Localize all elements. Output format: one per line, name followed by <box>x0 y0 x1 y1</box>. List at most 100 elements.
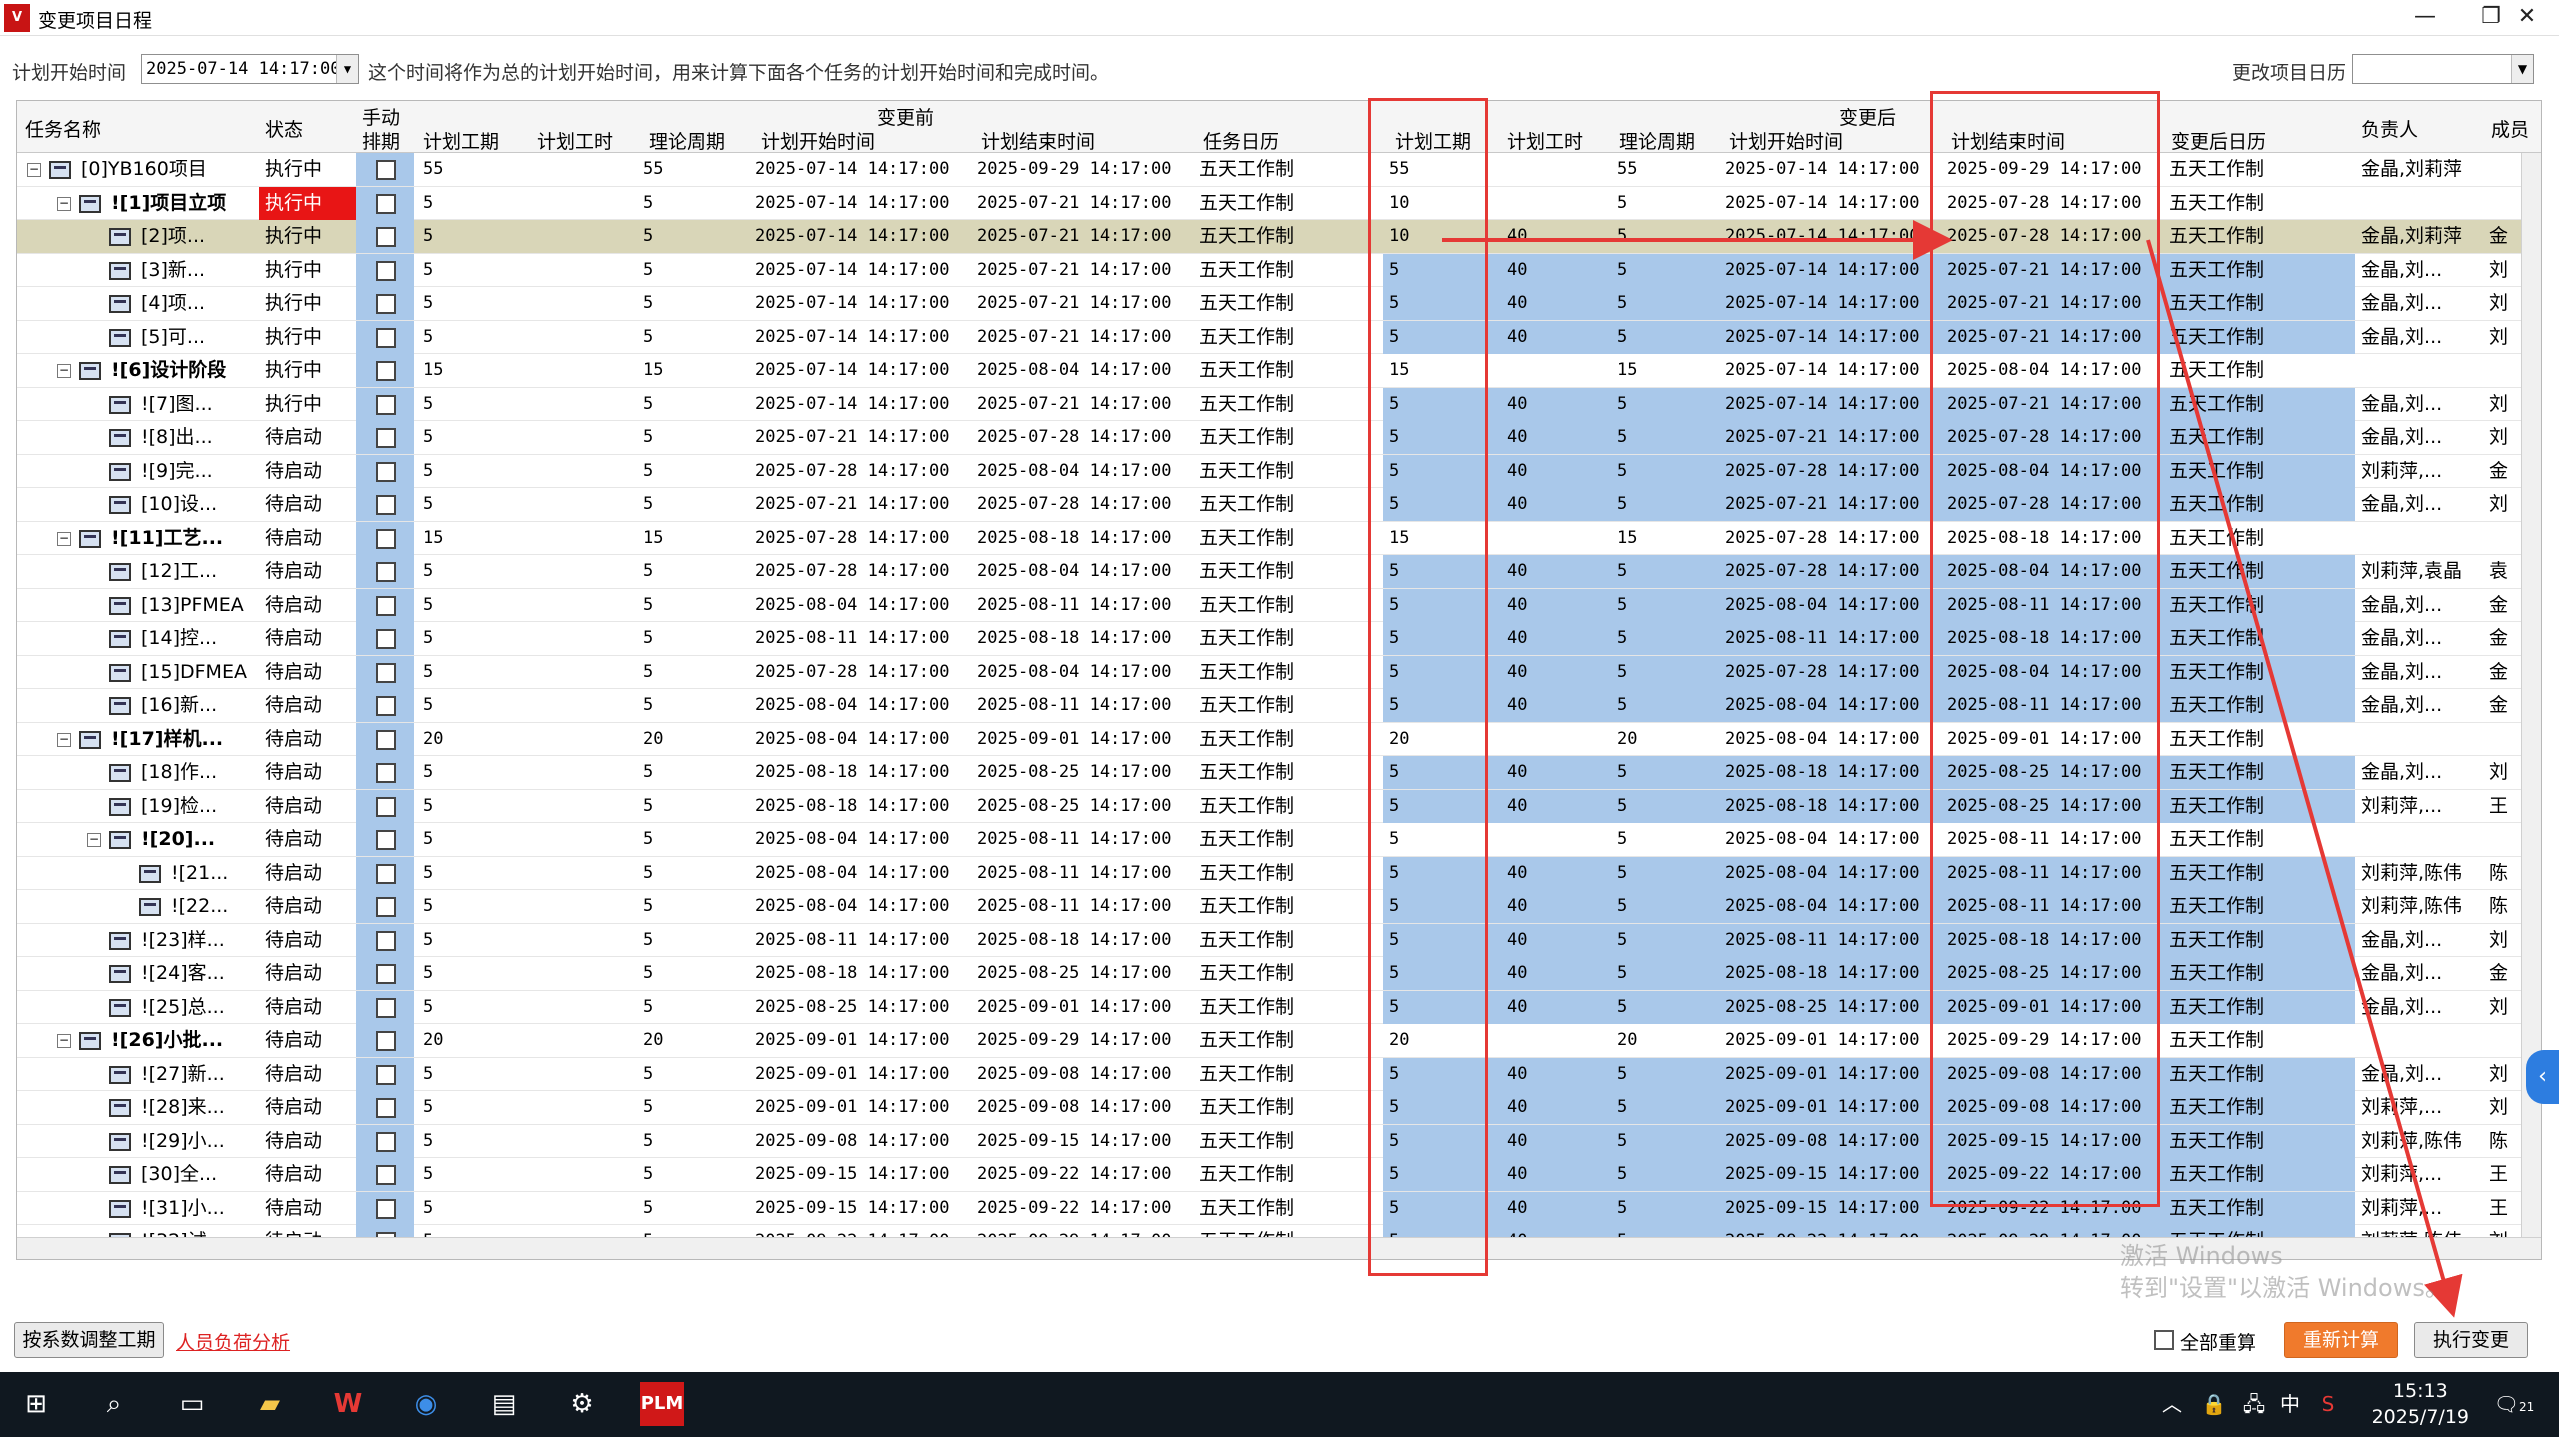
cell-at[interactable]: 5 <box>1611 1091 1719 1124</box>
col-before-end[interactable]: 计划结束时间 <box>981 127 1095 154</box>
cell-ac[interactable]: 五天工作制 <box>2163 1091 2355 1124</box>
cell-at[interactable]: 20 <box>1611 723 1719 756</box>
cell-as[interactable]: 2025-09-01 14:17:00 <box>1719 1091 1941 1124</box>
cell-at[interactable]: 5 <box>1611 622 1719 655</box>
manual-sort-checkbox[interactable] <box>376 729 396 750</box>
cell-at[interactable]: 5 <box>1611 655 1719 689</box>
cell-ae[interactable]: 2025-08-11 14:17:00 <box>1941 823 2163 856</box>
col-task-name[interactable]: 任务名称 <box>25 115 101 142</box>
collapse-toggle-icon[interactable]: − <box>57 1034 71 1048</box>
col-status[interactable]: 状态 <box>265 115 303 142</box>
cell-as[interactable]: 2025-07-14 14:17:00 <box>1719 354 1941 387</box>
cell-ae[interactable]: 2025-08-04 14:17:00 <box>1941 454 2163 488</box>
table-row[interactable]: [14]控... 待启动 5 5 2025-08-11 14:17:00 2025-08-… <box>17 622 2541 656</box>
cell-ac[interactable]: 五天工作制 <box>2163 823 2355 856</box>
table-row[interactable]: ![8]出... 待启动 5 5 2025-07-21 14:17:00 2025-07-… <box>17 421 2541 455</box>
cell-ae[interactable]: 2025-08-18 14:17:00 <box>1941 522 2163 555</box>
table-row[interactable]: ![31]小... 待启动 5 5 2025-09-15 14:17:00 2025-09… <box>17 1191 2541 1225</box>
cell-ad[interactable]: 5 <box>1383 1158 1501 1191</box>
cell-ae[interactable]: 2025-08-11 14:17:00 <box>1941 689 2163 722</box>
cell-as[interactable]: 2025-08-04 14:17:00 <box>1719 890 1941 923</box>
cell-ac[interactable]: 五天工作制 <box>2163 454 2355 488</box>
cell-ad[interactable]: 5 <box>1383 689 1501 722</box>
settings-gear-icon[interactable]: ⚙ <box>560 1382 604 1426</box>
manual-sort-checkbox[interactable] <box>376 964 396 984</box>
cell-ad[interactable]: 5 <box>1383 789 1501 823</box>
cell-ad[interactable]: 10 <box>1383 220 1501 253</box>
cell-ah[interactable]: 40 <box>1501 253 1611 287</box>
cell-ah[interactable]: 40 <box>1501 320 1611 354</box>
cell-ad[interactable]: 5 <box>1383 488 1501 521</box>
cell-at[interactable]: 5 <box>1611 890 1719 923</box>
cell-ac[interactable]: 五天工作制 <box>2163 957 2355 990</box>
manual-sort-checkbox[interactable] <box>376 595 396 616</box>
collapse-toggle-icon[interactable]: − <box>57 732 71 747</box>
cell-as[interactable]: 2025-08-04 14:17:00 <box>1719 723 1941 756</box>
cell-ah[interactable]: 40 <box>1501 923 1611 957</box>
table-row[interactable]: [10]设... 待启动 5 5 2025-07-21 14:17:00 2025-07-… <box>17 488 2541 522</box>
manual-sort-checkbox[interactable] <box>376 528 396 549</box>
cell-ad[interactable]: 5 <box>1383 1057 1501 1091</box>
cell-at[interactable]: 5 <box>1611 1124 1719 1158</box>
cell-as[interactable]: 2025-09-15 14:17:00 <box>1719 1191 1941 1225</box>
manual-sort-checkbox[interactable] <box>376 428 396 448</box>
cell-as[interactable]: 2025-08-18 14:17:00 <box>1719 756 1941 789</box>
cell-as[interactable]: 2025-08-04 14:17:00 <box>1719 823 1941 856</box>
table-row[interactable]: ![21... 待启动 5 5 2025-08-04 14:17:00 2025-08-1… <box>17 856 2541 890</box>
tray-lock-icon[interactable]: 🔒 <box>2192 1382 2236 1426</box>
windows-start-icon[interactable]: ⊞ <box>14 1382 58 1426</box>
cell-ad[interactable]: 15 <box>1383 522 1501 555</box>
col-before-hours[interactable]: 计划工时 <box>537 127 613 154</box>
cell-ad[interactable]: 15 <box>1383 354 1501 387</box>
table-row[interactable]: ![28]来... 待启动 5 5 2025-09-01 14:17:00 2025-09… <box>17 1091 2541 1125</box>
cell-ac[interactable]: 五天工作制 <box>2163 1057 2355 1091</box>
col-after-duration[interactable]: 计划工期 <box>1395 127 1471 154</box>
cell-ac[interactable]: 五天工作制 <box>2163 789 2355 823</box>
manual-sort-checkbox[interactable] <box>376 897 396 917</box>
cell-ac[interactable]: 五天工作制 <box>2163 187 2355 220</box>
cell-as[interactable]: 2025-07-21 14:17:00 <box>1719 488 1941 521</box>
manual-sort-checkbox[interactable] <box>376 1098 396 1118</box>
cell-ac[interactable]: 五天工作制 <box>2163 1124 2355 1158</box>
cell-as[interactable]: 2025-08-18 14:17:00 <box>1719 957 1941 990</box>
table-row[interactable]: [13]PFMEA 待启动 5 5 2025-08-04 14:17:00 2025-08… <box>17 588 2541 622</box>
cell-at[interactable]: 15 <box>1611 522 1719 555</box>
cell-ae[interactable]: 2025-09-01 14:17:00 <box>1941 723 2163 756</box>
table-row[interactable]: [30]全... 待启动 5 5 2025-09-15 14:17:00 2025-09-… <box>17 1158 2541 1192</box>
cell-ae[interactable]: 2025-07-28 14:17:00 <box>1941 187 2163 220</box>
cell-ac[interactable]: 五天工作制 <box>2163 488 2355 521</box>
cell-at[interactable]: 15 <box>1611 354 1719 387</box>
cell-ah[interactable] <box>1501 153 1611 186</box>
cell-ae[interactable]: 2025-09-22 14:17:00 <box>1941 1158 2163 1191</box>
cell-ac[interactable]: 五天工作制 <box>2163 990 2355 1024</box>
table-row[interactable]: − ![20]... 待启动 5 5 2025-08-04 14:17:00 2025-08… <box>17 823 2541 857</box>
manual-sort-checkbox[interactable] <box>376 361 396 381</box>
table-row[interactable]: ![24]客... 待启动 5 5 2025-08-18 14:17:00 2025-08… <box>17 957 2541 991</box>
cell-ac[interactable]: 五天工作制 <box>2163 856 2355 890</box>
minimize-button[interactable]: — <box>2392 0 2458 36</box>
cell-as[interactable]: 2025-08-11 14:17:00 <box>1719 923 1941 957</box>
cell-at[interactable]: 5 <box>1611 1158 1719 1191</box>
collapse-side-icon[interactable]: ‹ <box>2526 1050 2559 1104</box>
execute-change-button[interactable]: 执行变更 <box>2414 1322 2528 1358</box>
browser-icon[interactable]: ◉ <box>404 1382 448 1426</box>
collapse-toggle-icon[interactable]: − <box>27 163 41 177</box>
table-row[interactable]: [2]项... 执行中 5 5 2025-07-14 14:17:00 2025-07-2… <box>17 220 2541 254</box>
cell-ad[interactable]: 5 <box>1383 253 1501 287</box>
cell-ad[interactable]: 5 <box>1383 890 1501 923</box>
cell-ah[interactable]: 40 <box>1501 1091 1611 1124</box>
cell-ah[interactable]: 40 <box>1501 655 1611 689</box>
table-row[interactable]: − ![11]工艺... 待启动 15 15 2025-07-28 14:17:00 202… <box>17 521 2541 555</box>
manual-sort-checkbox[interactable] <box>376 294 396 314</box>
cell-ah[interactable]: 40 <box>1501 789 1611 823</box>
collapse-toggle-icon[interactable]: − <box>57 196 71 211</box>
col-owner[interactable]: 负责人 <box>2361 115 2418 142</box>
cell-ah[interactable]: 40 <box>1501 488 1611 521</box>
cell-ad[interactable]: 5 <box>1383 287 1501 320</box>
cell-ah[interactable]: 40 <box>1501 454 1611 488</box>
cell-at[interactable]: 5 <box>1611 689 1719 722</box>
cell-ac[interactable]: 五天工作制 <box>2163 1024 2355 1057</box>
document-icon[interactable]: ▤ <box>482 1382 526 1426</box>
table-row[interactable]: − ![17]样机... 待启动 20 20 2025-08-04 14:17:00 202… <box>17 722 2541 756</box>
tray-chevron-up-icon[interactable]: ︿ <box>2150 1382 2194 1426</box>
